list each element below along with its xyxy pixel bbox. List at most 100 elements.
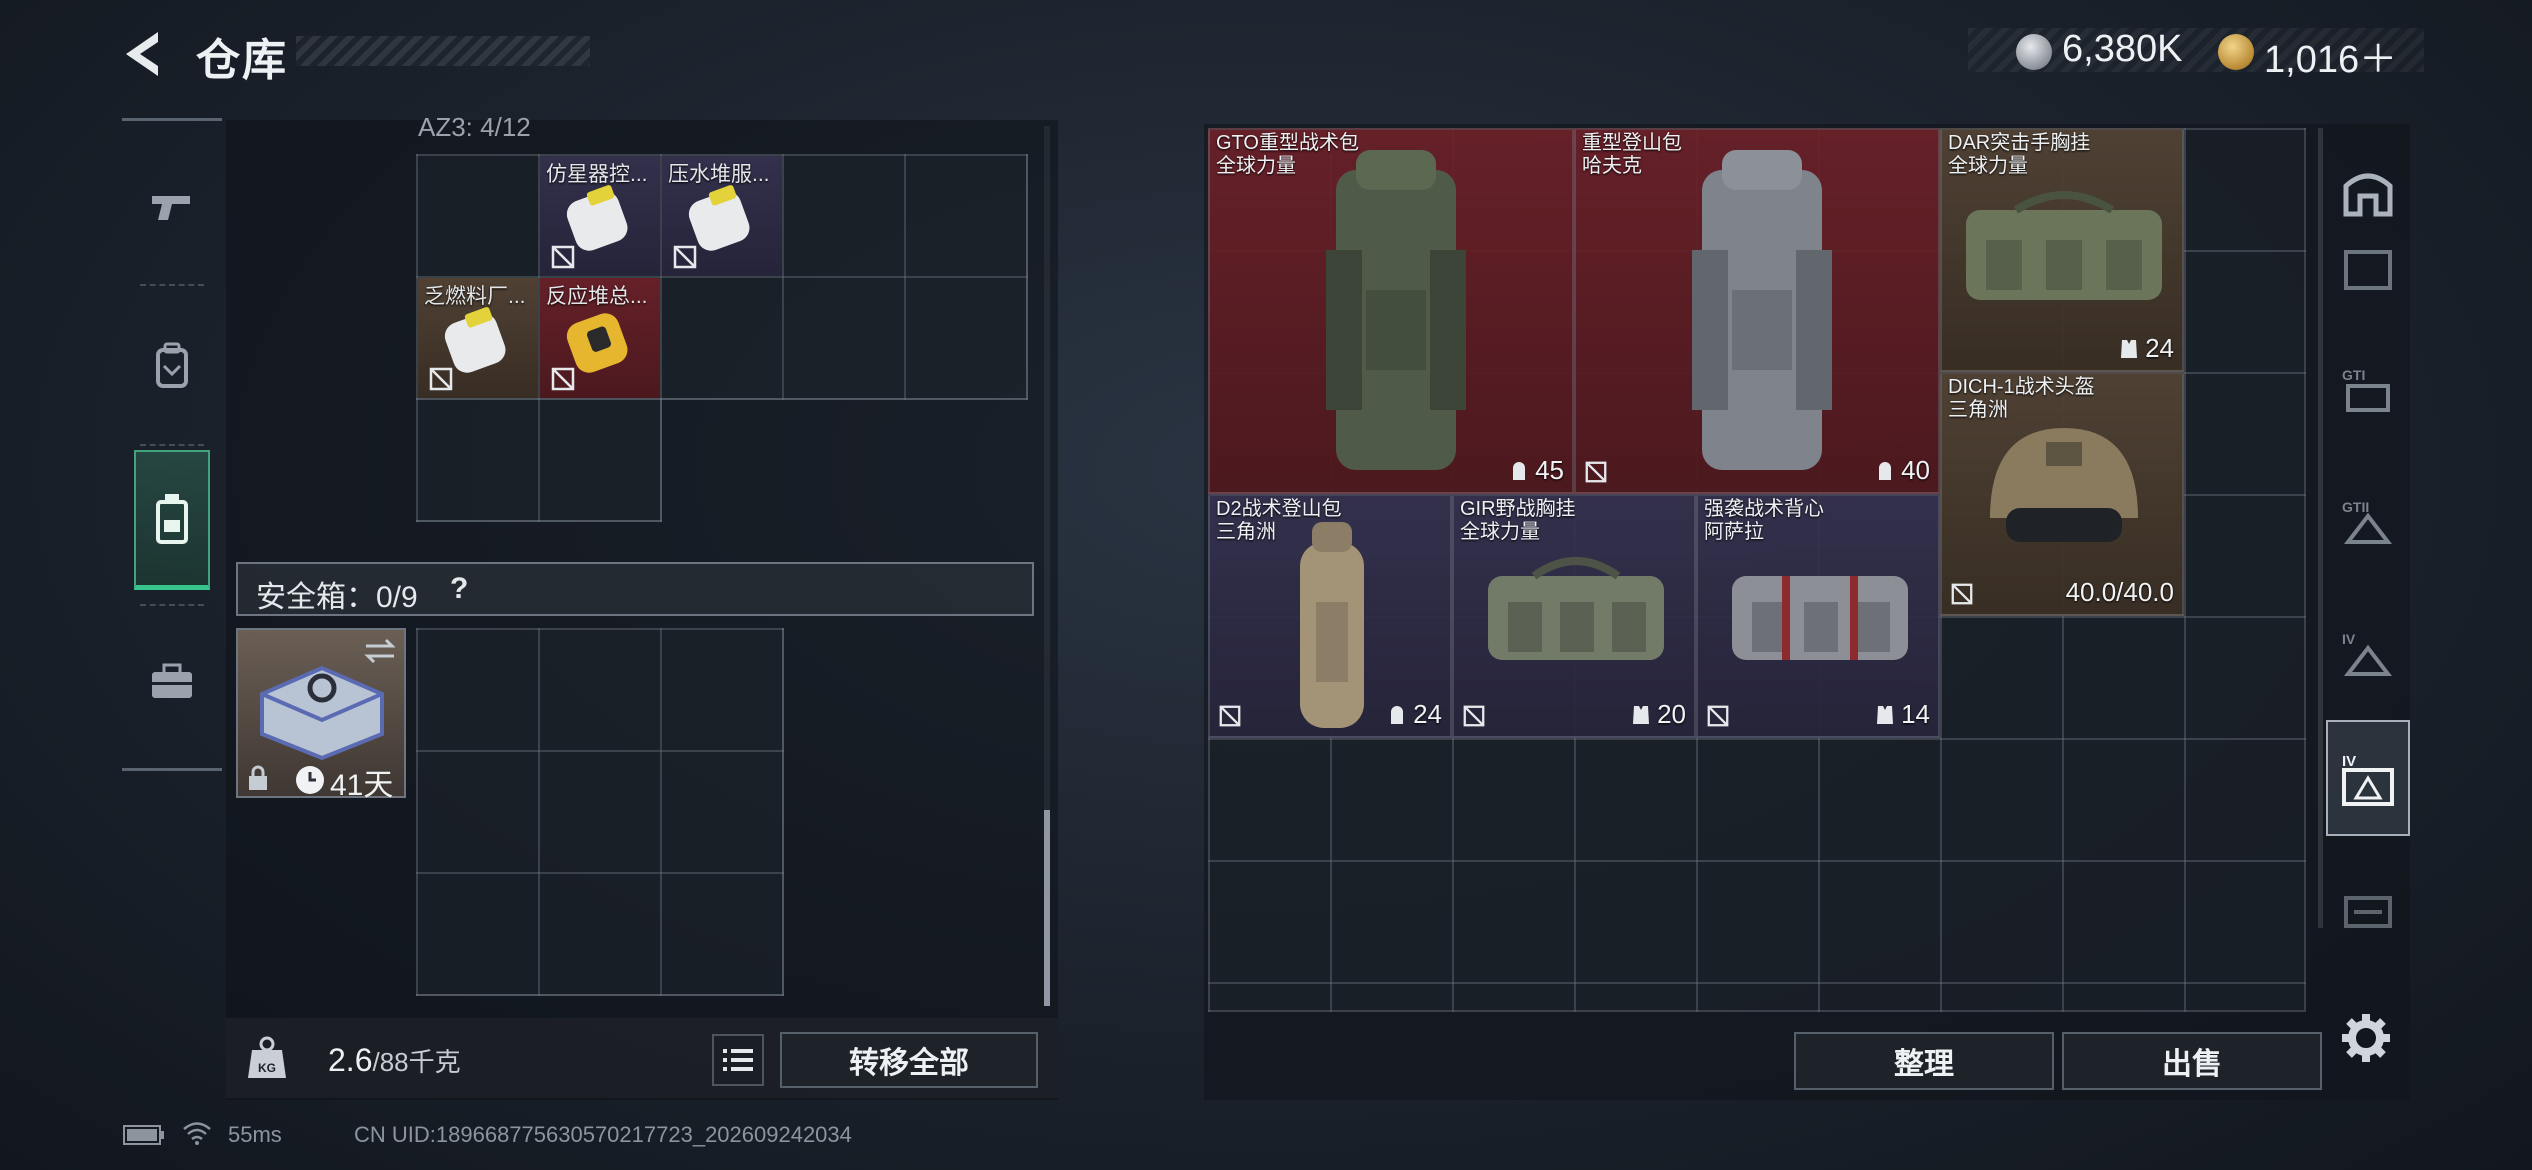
stash-home-icon xyxy=(2343,173,2393,217)
item-faction: 阿萨拉 xyxy=(1704,521,1764,543)
item-name: 压水堆服... xyxy=(668,163,770,186)
item-name-block: DICH-1战术头盔 三角洲 xyxy=(1948,376,2095,422)
sell-button[interactable]: 出售 xyxy=(2062,1032,2322,1090)
stash-item-gir-rig[interactable]: GIR野战胸挂 全球力量 20 xyxy=(1452,494,1696,738)
backpack-icon xyxy=(156,342,188,388)
stash-page-icon: IV xyxy=(2342,753,2394,806)
helmet-icon xyxy=(1990,428,2138,542)
item-stat-value: 14 xyxy=(1901,699,1930,729)
item-stat: 14 xyxy=(1875,699,1930,730)
chest-rig-icon xyxy=(1966,191,2162,300)
backpack-category-tab[interactable] xyxy=(134,296,210,436)
toolbox-icon xyxy=(152,663,192,698)
chest-rig-icon xyxy=(1488,557,1664,660)
svg-text:GTI: GTI xyxy=(2342,367,2365,383)
vest-icon xyxy=(2121,339,2138,358)
stash-tab-gtii[interactable]: GTII xyxy=(2336,488,2400,552)
item-name-block: GIR野战胸挂 全球力量 xyxy=(1460,498,1576,544)
stash-item-d2-backpack[interactable]: D2战术登山包 三角洲 24 xyxy=(1208,494,1452,738)
svg-text:KG: KG xyxy=(258,1061,276,1075)
no-trade-icon xyxy=(429,367,453,391)
backpack-icon xyxy=(1692,150,1832,470)
svg-text:IV: IV xyxy=(2342,753,2356,770)
item-faction: 全球力量 xyxy=(1460,521,1540,543)
stash-item-heavy-backpack[interactable]: 重型登山包 哈夫克 40 xyxy=(1574,128,1940,494)
stash-tab-iv[interactable]: IV xyxy=(2336,620,2400,684)
svg-text:GTII: GTII xyxy=(2342,499,2369,515)
safebox-grid xyxy=(416,628,784,996)
item-name: D2战术登山包 xyxy=(1216,498,1342,520)
rig-category-tab[interactable] xyxy=(134,450,210,590)
gold-coin-icon xyxy=(2218,34,2254,70)
toolbox-category-tab[interactable] xyxy=(134,612,210,752)
capacity-icon xyxy=(1391,705,1404,724)
stash-page-icon: IV xyxy=(2342,631,2393,676)
safebox-days-remaining: 41天 xyxy=(330,769,394,802)
back-arrow-icon xyxy=(126,32,158,76)
transfer-all-button[interactable]: 转移全部 xyxy=(780,1032,1038,1088)
title-decoration xyxy=(296,36,590,66)
safe-case-icon xyxy=(260,665,384,761)
back-button[interactable] xyxy=(118,26,178,82)
container-grid-extra xyxy=(416,398,662,522)
item-faction: 全球力量 xyxy=(1948,155,2028,177)
item-name: 重型登山包 xyxy=(1582,132,1682,154)
list-view-button[interactable] xyxy=(712,1034,764,1086)
sort-button[interactable]: 整理 xyxy=(1794,1032,2054,1090)
item-name: 仿星器控... xyxy=(546,163,648,186)
inventory-item-slot[interactable]: 压水堆服... xyxy=(662,156,782,276)
battery-icon xyxy=(123,1125,164,1145)
vest-icon xyxy=(1633,705,1650,724)
stash-tab-7[interactable] xyxy=(2336,880,2400,944)
item-stat-value: 24 xyxy=(2145,333,2174,363)
stash-tab-1[interactable] xyxy=(2336,238,2400,302)
pistol-category-tab[interactable] xyxy=(134,138,210,278)
container-capacity-label: AZ3: 4/12 xyxy=(418,112,531,142)
item-stat: 45 xyxy=(1509,455,1564,486)
item-stat-value: 20 xyxy=(1657,699,1686,729)
rail-divider xyxy=(140,604,204,606)
rail-divider xyxy=(140,284,204,286)
wifi-icon xyxy=(183,1122,211,1145)
inventory-scroll-thumb[interactable] xyxy=(1044,810,1050,1006)
inventory-item-slot[interactable]: 仿星器控... xyxy=(540,156,660,276)
rail-bottom-line xyxy=(122,768,222,771)
stash-tab-scrollbar[interactable] xyxy=(2318,128,2323,928)
stash-item-assault-vest[interactable]: 强袭战术背心 阿萨拉 14 xyxy=(1696,494,1940,738)
gold-currency-value[interactable]: 1,016＋ xyxy=(2264,28,2397,83)
vest-icon xyxy=(1877,705,1894,724)
item-name: DAR突击手胸挂 xyxy=(1948,132,2091,154)
rig-icon xyxy=(156,493,188,544)
uid-readout: CN UID:18966877563057021772​3_2026092420… xyxy=(354,1122,852,1147)
help-icon[interactable]: ? xyxy=(450,572,468,606)
item-name-block: 重型登山包 哈夫克 xyxy=(1582,132,1682,178)
item-stat-value: 45 xyxy=(1535,455,1564,485)
silver-currency-value: 6,380K xyxy=(2062,28,2183,70)
stash-tab-iv-active[interactable]: IV xyxy=(2326,720,2410,836)
no-trade-icon xyxy=(1219,705,1241,727)
no-trade-icon xyxy=(1585,461,1607,483)
item-stat: 24 xyxy=(2119,333,2174,364)
item-name: GTO重型战术包 xyxy=(1216,132,1359,154)
item-stat: 20 xyxy=(1631,699,1686,730)
stash-page-icon: GTII xyxy=(2342,499,2393,544)
stash-home-tab[interactable] xyxy=(2336,160,2400,224)
settings-gear-icon[interactable] xyxy=(2338,1010,2394,1066)
current-weight: 2.6 xyxy=(328,1042,373,1078)
weight-readout: 2.6/88千克 xyxy=(328,1042,461,1079)
inventory-item-slot[interactable]: 反应堆总... xyxy=(540,278,660,398)
swap-icon[interactable] xyxy=(362,636,398,666)
stash-page-icon: GTI xyxy=(2342,367,2390,412)
inventory-item-slot[interactable]: 乏燃料厂... xyxy=(418,278,538,398)
no-trade-icon xyxy=(1463,705,1485,727)
stash-item-gto-backpack[interactable]: GTO重型战术包 全球力量 45 xyxy=(1208,128,1574,494)
item-faction: 哈夫克 xyxy=(1582,155,1642,177)
weight-icon: KG xyxy=(248,1036,286,1078)
stash-tab-gti[interactable]: GTI xyxy=(2336,356,2400,420)
item-name-block: D2战术登山包 三角洲 xyxy=(1216,498,1342,544)
stash-item-dich-helmet[interactable]: DICH-1战术头盔 三角洲 40.0/40.0 xyxy=(1940,372,2184,616)
item-name-block: GTO重型战术包 全球力量 xyxy=(1216,132,1359,178)
stash-item-dar-rig[interactable]: DAR突击手胸挂 全球力量 24 xyxy=(1940,128,2184,372)
silver-coin-icon xyxy=(2016,34,2052,70)
no-trade-icon xyxy=(551,367,575,391)
